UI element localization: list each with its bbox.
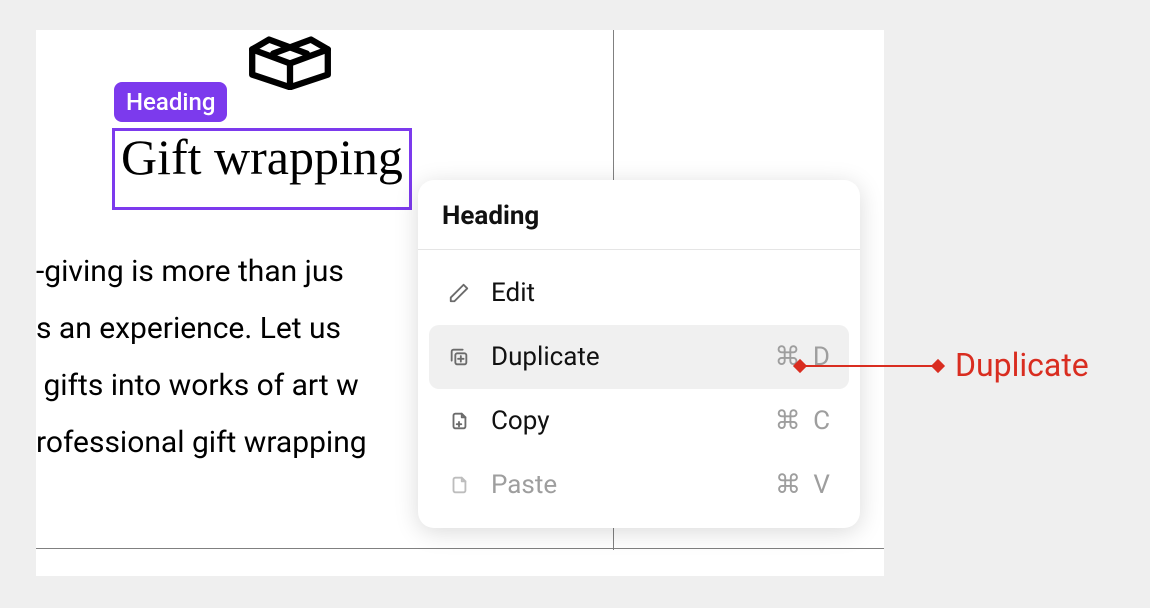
menu-item-label: Edit [491,278,833,308]
menu-item-label: Paste [491,470,775,500]
copy-icon [445,407,473,435]
menu-item-copy[interactable]: Copy ⌘ C [429,389,849,453]
menu-item-label: Copy [491,406,775,436]
context-menu-title: Heading [418,180,860,249]
menu-item-label: Duplicate [491,342,774,372]
paragraph-line: rofessional gift wrapping [36,425,367,460]
menu-item-duplicate[interactable]: Duplicate ⌘ D [429,325,849,389]
paragraph-line: s an experience. Let us [36,311,348,346]
gift-box-icon [226,20,354,94]
menu-item-shortcut: ⌘ V [775,470,833,500]
context-menu-list: Edit Duplicate ⌘ D Copy [418,250,860,528]
body-paragraph: -giving is more than jus s an experience… [36,243,367,471]
menu-item-shortcut: ⌘ C [775,406,833,436]
menu-item-paste: Paste ⌘ V [429,453,849,517]
paragraph-line: gifts into works of art w [36,368,359,403]
pencil-icon [445,279,473,307]
paste-icon [445,471,473,499]
duplicate-icon [445,343,473,371]
context-menu: Heading Edit Duplicate ⌘ D [418,180,860,528]
paragraph-line: -giving is more than jus [36,254,344,289]
callout-label: Duplicate [955,346,1089,384]
callout-connector [799,365,939,367]
menu-item-edit[interactable]: Edit [429,261,849,325]
selected-heading[interactable]: Gift wrapping [112,128,412,210]
element-type-badge: Heading [114,82,227,122]
horizontal-divider [36,548,884,549]
